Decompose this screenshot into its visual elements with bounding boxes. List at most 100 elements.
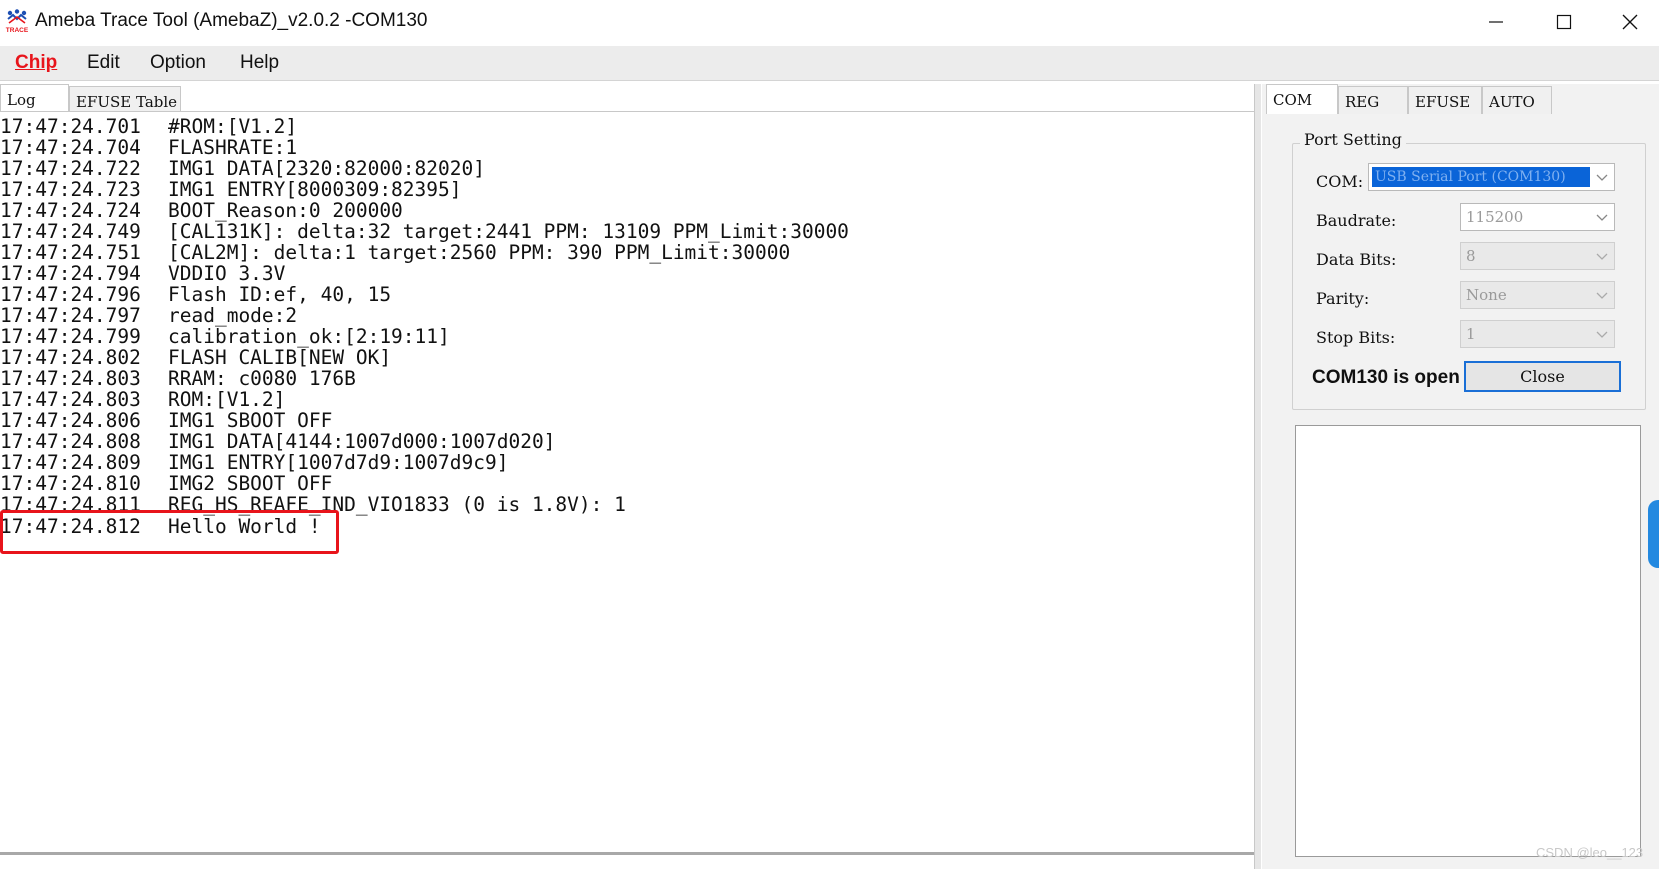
menu-help[interactable]: Help (240, 52, 279, 74)
tab-com[interactable]: COM (1266, 84, 1338, 114)
log-timestamp: 17:47:24.803 (0, 367, 141, 390)
databits-select[interactable]: 8 (1460, 242, 1615, 270)
log-message: [CAL2M]: delta:1 target:2560 PPM: 390 PP… (168, 241, 791, 264)
tab-log[interactable]: Log (0, 84, 69, 112)
log-line: 17:47:24.810 IMG2 SBOOT OFF (0, 473, 332, 494)
log-output[interactable]: 17:47:24.701 #ROM:[V1.2] 17:47:24.704 FLASH… (0, 111, 1254, 842)
log-message: IMG1 DATA[2320:82000:82020] (168, 157, 485, 180)
log-line: 17:47:24.797 read_mode:2 (0, 305, 297, 326)
log-message: FLASHRATE:1 (168, 136, 298, 159)
log-message: IMG1 ENTRY[8000309:82395] (168, 178, 462, 201)
baudrate-select[interactable]: 115200 (1460, 203, 1615, 231)
log-line: 17:47:24.802 FLASH CALIB[NEW OK] (0, 347, 391, 368)
minimize-icon (1489, 21, 1503, 23)
log-line: 17:47:24.799 calibration_ok:[2:19:11] (0, 326, 450, 347)
log-message: calibration_ok:[2:19:11] (168, 325, 450, 348)
command-output-box[interactable] (1295, 425, 1641, 857)
log-timestamp: 17:47:24.794 (0, 262, 141, 285)
log-line: 17:47:24.803 RRAM: c0080 176B (0, 368, 356, 389)
log-timestamp: 17:47:24.751 (0, 241, 141, 264)
log-scrollbar[interactable] (0, 852, 1254, 855)
window-title: Ameba Trace Tool (AmebaZ)_v2.0.2 -COM130 (35, 10, 428, 31)
stopbits-select[interactable]: 1 (1460, 320, 1615, 348)
log-message: IMG1 DATA[4144:1007d000:1007d020] (168, 430, 556, 453)
log-line: 17:47:24.723 IMG1 ENTRY[8000309:82395] (0, 179, 462, 200)
log-line: 17:47:24.809 IMG1 ENTRY[1007d7d9:1007d9c9… (0, 452, 508, 473)
tab-efuse-table[interactable]: EFUSE Table (69, 86, 181, 112)
ameba-trace-icon: TRACE (6, 9, 29, 34)
tab-auto[interactable]: AUTO (1482, 86, 1552, 114)
log-line: 17:47:24.751 [CAL2M]: delta:1 target:2560… (0, 242, 790, 263)
log-timestamp: 17:47:24.810 (0, 472, 141, 495)
tab-efuse[interactable]: EFUSE (1408, 86, 1482, 114)
log-message: IMG2 SBOOT OFF (168, 472, 333, 495)
log-timestamp: 17:47:24.808 (0, 430, 141, 453)
menu-option[interactable]: Option (150, 52, 206, 74)
log-message: [CAL131K]: delta:32 target:2441 PPM: 131… (168, 220, 849, 243)
maximize-button[interactable] (1534, 0, 1594, 44)
title-bar: TRACE Ameba Trace Tool (AmebaZ)_v2.0.2 -… (0, 0, 1659, 44)
log-message: VDDIO 3.3V (168, 262, 286, 285)
menu-bar: Chip Edit Option Help (0, 46, 1659, 81)
log-timestamp: 17:47:24.724 (0, 199, 141, 222)
com-selected-value: USB Serial Port (COM130) (1372, 167, 1590, 187)
menu-edit[interactable]: Edit (87, 52, 120, 74)
log-message: Flash ID:ef, 40, 15 (168, 283, 392, 306)
chevron-down-icon (1596, 174, 1608, 181)
log-timestamp: 17:47:24.796 (0, 283, 141, 306)
log-line: 17:47:24.724 BOOT_Reason:0 200000 (0, 200, 403, 221)
menu-chip[interactable]: Chip (15, 52, 57, 74)
log-timestamp: 17:47:24.809 (0, 451, 141, 474)
stopbits-value: 1 (1466, 325, 1476, 343)
log-timestamp: 17:47:24.797 (0, 304, 141, 327)
port-setting-title: Port Setting (1300, 130, 1406, 149)
log-timestamp: 17:47:24.802 (0, 346, 141, 369)
log-timestamp: 17:47:24.749 (0, 220, 141, 243)
baudrate-value: 115200 (1466, 208, 1524, 226)
chevron-down-icon (1596, 331, 1608, 338)
close-icon (1622, 14, 1638, 30)
log-message: IMG1 SBOOT OFF (168, 409, 333, 432)
log-message: IMG1 ENTRY[1007d7d9:1007d9c9] (168, 451, 509, 474)
log-timestamp: 17:47:24.723 (0, 178, 141, 201)
parity-label: Parity: (1316, 289, 1370, 308)
log-timestamp: 17:47:24.799 (0, 325, 141, 348)
log-message: read_mode:2 (168, 304, 298, 327)
parity-value: None (1466, 286, 1507, 304)
log-line: 17:47:24.749 [CAL131K]: delta:32 target:2… (0, 221, 849, 242)
connection-status: COM130 is open (1312, 367, 1460, 388)
log-line: 17:47:24.701 #ROM:[V1.2] (0, 116, 297, 137)
log-line: 17:47:24.796 Flash ID:ef, 40, 15 (0, 284, 391, 305)
log-message: RRAM: c0080 176B (168, 367, 356, 390)
watermark: CSDN @leo__123 (1536, 845, 1644, 860)
log-timestamp: 17:47:24.701 (0, 115, 141, 138)
log-message: #ROM:[V1.2] (168, 115, 298, 138)
close-window-button[interactable] (1600, 0, 1659, 44)
log-message: BOOT_Reason:0 200000 (168, 199, 403, 222)
stopbits-label: Stop Bits: (1316, 328, 1396, 347)
log-line: 17:47:24.806 IMG1 SBOOT OFF (0, 410, 332, 431)
databits-label: Data Bits: (1316, 250, 1397, 269)
floating-widget[interactable] (1648, 500, 1659, 568)
hello-world-highlight (0, 510, 339, 554)
close-port-button[interactable]: Close (1464, 361, 1621, 392)
maximize-icon (1556, 14, 1572, 30)
app-icon-text: TRACE (6, 27, 29, 34)
chevron-down-icon (1596, 253, 1608, 260)
log-line: 17:47:24.794 VDDIO 3.3V (0, 263, 285, 284)
log-timestamp: 17:47:24.806 (0, 409, 141, 432)
log-line: 17:47:24.808 IMG1 DATA[4144:1007d000:1007… (0, 431, 555, 452)
log-message: FLASH CALIB[NEW OK] (168, 346, 392, 369)
log-timestamp: 17:47:24.722 (0, 157, 141, 180)
tab-reg[interactable]: REG (1338, 86, 1408, 114)
log-line: 17:47:24.803 ROM:[V1.2] (0, 389, 285, 410)
log-timestamp: 17:47:24.704 (0, 136, 141, 159)
com-select[interactable]: USB Serial Port (COM130) (1368, 163, 1615, 191)
minimize-button[interactable] (1466, 0, 1526, 44)
chevron-down-icon (1596, 214, 1608, 221)
log-timestamp: 17:47:24.803 (0, 388, 141, 411)
log-line: 17:47:24.704 FLASHRATE:1 (0, 137, 297, 158)
parity-select[interactable]: None (1460, 281, 1615, 309)
log-line: 17:47:24.722 IMG1 DATA[2320:82000:82020] (0, 158, 485, 179)
panel-splitter[interactable] (1254, 84, 1261, 869)
